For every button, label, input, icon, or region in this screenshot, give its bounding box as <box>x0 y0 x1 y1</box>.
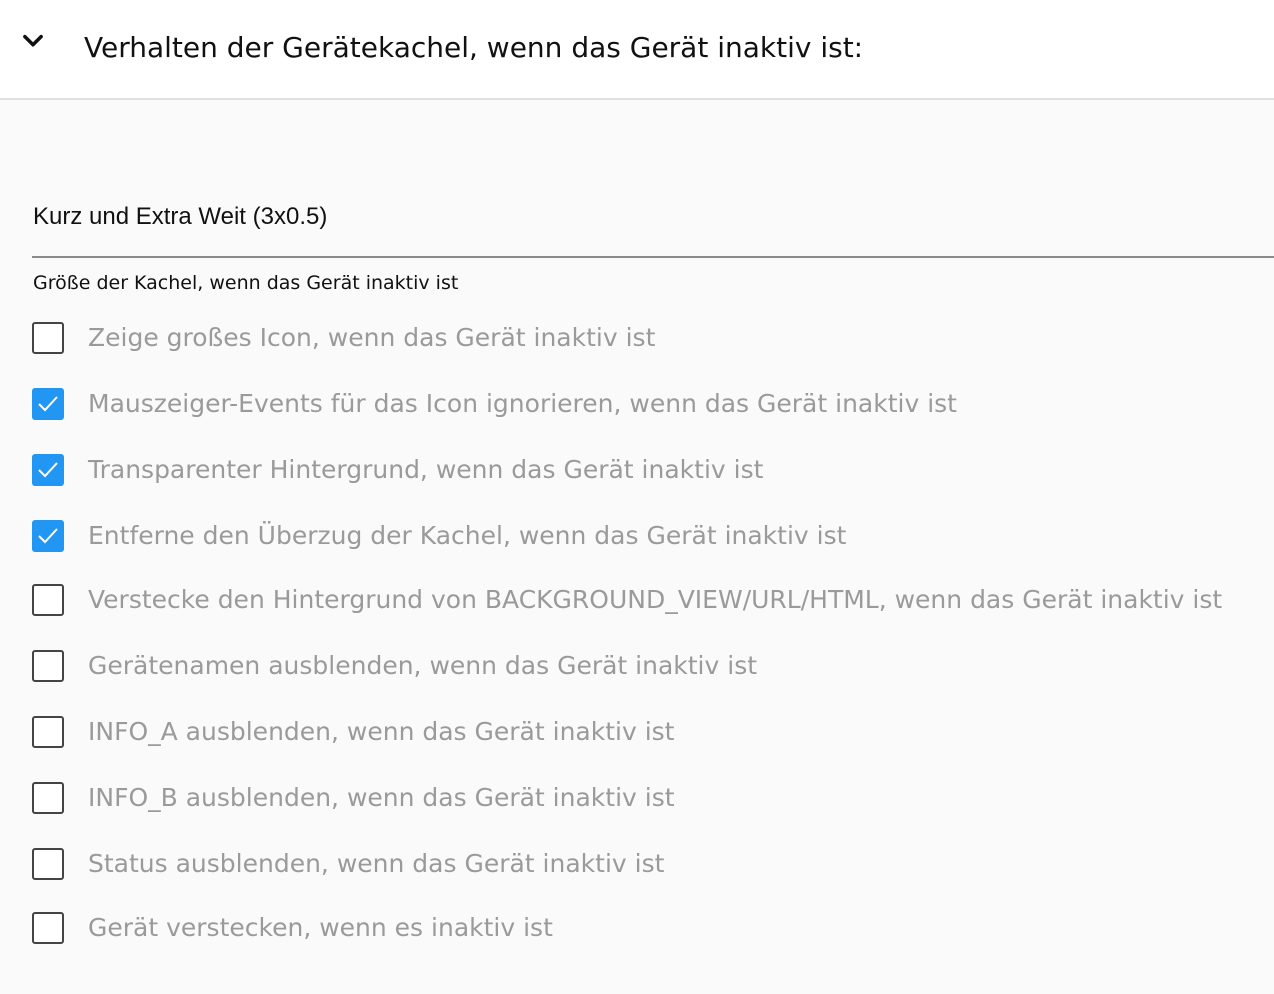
option-label: Status ausblenden, wenn das Gerät inakti… <box>88 849 665 878</box>
checkbox[interactable] <box>32 520 64 552</box>
option-remove-overlay[interactable]: Entferne den Überzug der Kachel, wenn da… <box>32 516 1262 556</box>
checkbox[interactable] <box>32 716 64 748</box>
option-label: Transparenter Hintergrund, wenn das Gerä… <box>88 455 764 484</box>
check-icon <box>38 396 58 412</box>
option-hide-info-a[interactable]: INFO_A ausblenden, wenn das Gerät inakti… <box>32 712 1262 752</box>
option-hide-device[interactable]: Gerät verstecken, wenn es inaktiv ist <box>32 908 1262 948</box>
option-show-large-icon[interactable]: Zeige großes Icon, wenn das Gerät inakti… <box>32 318 1262 358</box>
option-label: Verstecke den Hintergrund von BACKGROUND… <box>88 585 1223 614</box>
option-hide-background-view[interactable]: Verstecke den Hintergrund von BACKGROUND… <box>32 580 1262 620</box>
checkbox[interactable] <box>32 584 64 616</box>
option-label: Entferne den Überzug der Kachel, wenn da… <box>88 521 847 550</box>
option-transparent-background[interactable]: Transparenter Hintergrund, wenn das Gerä… <box>32 450 1262 490</box>
tile-size-helper-text: Größe der Kachel, wenn das Gerät inaktiv… <box>33 272 459 294</box>
check-icon <box>38 462 58 478</box>
checkbox[interactable] <box>32 912 64 944</box>
option-label: Mauszeiger-Events für das Icon ignoriere… <box>88 389 957 418</box>
checkbox[interactable] <box>32 322 64 354</box>
option-ignore-pointer-events[interactable]: Mauszeiger-Events für das Icon ignoriere… <box>32 384 1262 424</box>
option-hide-device-name[interactable]: Gerätenamen ausblenden, wenn das Gerät i… <box>32 646 1262 686</box>
checkbox[interactable] <box>32 848 64 880</box>
option-label: Zeige großes Icon, wenn das Gerät inakti… <box>88 323 656 352</box>
chevron-down-icon[interactable] <box>18 26 48 56</box>
section-header[interactable]: Verhalten der Gerätekachel, wenn das Ger… <box>0 0 1274 100</box>
checkbox[interactable] <box>32 388 64 420</box>
option-label: Gerät verstecken, wenn es inaktiv ist <box>88 913 553 942</box>
section-title: Verhalten der Gerätekachel, wenn das Ger… <box>84 31 864 64</box>
checkbox[interactable] <box>32 454 64 486</box>
checkbox[interactable] <box>32 650 64 682</box>
check-icon <box>38 528 58 544</box>
option-hide-info-b[interactable]: INFO_B ausblenden, wenn das Gerät inakti… <box>32 778 1262 818</box>
option-label: INFO_B ausblenden, wenn das Gerät inakti… <box>88 783 675 812</box>
tile-size-select[interactable]: Kurz und Extra Weit (3x0.5) <box>32 192 1274 258</box>
tile-size-select-value: Kurz und Extra Weit (3x0.5) <box>33 203 328 230</box>
option-label: Gerätenamen ausblenden, wenn das Gerät i… <box>88 651 758 680</box>
option-hide-status[interactable]: Status ausblenden, wenn das Gerät inakti… <box>32 844 1262 884</box>
option-label: INFO_A ausblenden, wenn das Gerät inakti… <box>88 717 675 746</box>
checkbox[interactable] <box>32 782 64 814</box>
